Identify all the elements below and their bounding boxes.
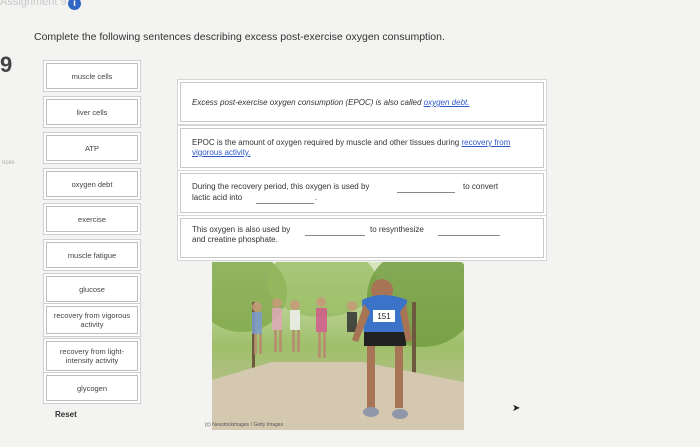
left-glyph: 9 (0, 52, 13, 77)
term-muscle-cells[interactable]: muscle cells (46, 63, 138, 89)
term-muscle-fatigue[interactable]: muscle fatigue (46, 242, 138, 268)
term-glucose[interactable]: glucose (46, 276, 138, 302)
photo-caption: (c) Neustockimages / Getty Images (205, 422, 284, 428)
sentence-card-1: Excess post-exercise oxygen consumption … (180, 82, 544, 122)
sentence-card-3: During the recovery period, this oxygen … (180, 173, 544, 213)
term-glycogen[interactable]: glycogen (46, 375, 138, 401)
mouse-cursor-icon: ➤ (512, 403, 521, 414)
sentence-3-part4: . (315, 193, 318, 202)
sentence-card-4: This oxygen is also used by to resynthes… (180, 218, 544, 258)
sentence-3-part3: lactic acid into (192, 193, 243, 202)
side-text: nces (2, 160, 15, 166)
sentence-4-part1: This oxygen is also used by (192, 225, 291, 234)
sentence-1-text: Excess post-exercise oxygen consumption … (192, 98, 424, 107)
assignment-label: Assignment 9 (0, 0, 67, 8)
sentence-card-2: EPOC is the amount of oxygen required by… (180, 128, 544, 168)
term-atp[interactable]: ATP (46, 135, 138, 161)
runner-photo: 151 (212, 262, 464, 430)
term-liver-cells[interactable]: liver cells (46, 99, 138, 125)
runner-photo-image: 151 (212, 262, 464, 430)
blank-3b[interactable] (256, 202, 314, 204)
sentence-1-answer[interactable]: oxygen debt. (424, 98, 470, 107)
term-recovery-vigorous[interactable]: recovery from vigorous activity (46, 306, 138, 334)
sentence-4-part3: and creatine phosphate. (192, 235, 278, 244)
top-bar: Assignment 9 i (0, 0, 700, 14)
sentence-4-part2: to resynthesize (370, 225, 424, 234)
sentence-3-part2: to convert (463, 182, 499, 191)
instructions: Complete the following sentences describ… (34, 31, 445, 43)
bib-number: 151 (377, 312, 391, 321)
reset-button[interactable]: Reset (55, 410, 77, 419)
blank-4b[interactable] (438, 234, 500, 236)
term-oxygen-debt[interactable]: oxygen debt (46, 171, 138, 197)
sentence-3-part1: During the recovery period, this oxygen … (192, 182, 370, 191)
info-icon[interactable]: i (68, 0, 81, 10)
term-recovery-light[interactable]: recovery from light-intensity activity (46, 341, 138, 371)
blank-3a[interactable] (397, 191, 455, 193)
blank-4a[interactable] (305, 234, 365, 236)
term-exercise[interactable]: exercise (46, 206, 138, 232)
sentence-2-text: EPOC is the amount of oxygen required by… (192, 138, 462, 147)
